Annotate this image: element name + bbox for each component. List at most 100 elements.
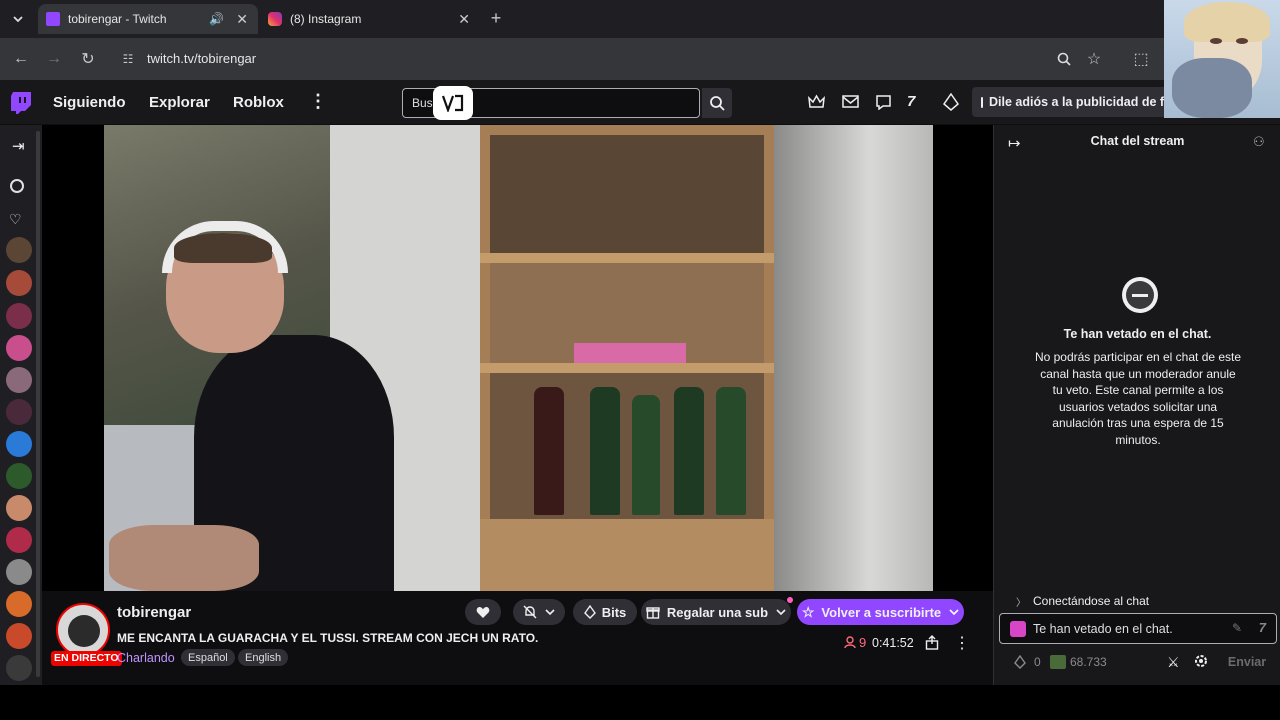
channel-avatar[interactable] <box>6 431 32 457</box>
mail-icon[interactable] <box>842 94 859 109</box>
crown-icon[interactable] <box>808 94 825 109</box>
channel-avatar[interactable] <box>6 527 32 553</box>
notifications-button[interactable] <box>513 599 565 625</box>
channel-name[interactable]: tobirengar <box>117 604 191 621</box>
chat-users-icon[interactable]: ⚇ <box>1253 134 1265 150</box>
twitch-logo-icon[interactable] <box>10 91 32 115</box>
tab-search-chevron-icon[interactable] <box>7 8 29 30</box>
seven-tv-icon[interactable]: 7 <box>907 93 915 110</box>
recommended-icon[interactable] <box>10 179 24 193</box>
emote-icon[interactable]: ✎ <box>1232 621 1242 635</box>
chat-bubble-icon[interactable] <box>875 94 892 110</box>
bits-count: 0 <box>1034 655 1041 669</box>
followed-channels-sidebar: ⇥ ♡ <box>0 125 42 685</box>
share-icon[interactable] <box>925 635 939 650</box>
tab-title: (8) Instagram <box>290 12 362 26</box>
channel-avatar[interactable] <box>6 367 32 393</box>
search-icon <box>710 96 725 111</box>
resub-label: Volver a suscribirte <box>821 604 942 620</box>
video-frame <box>104 125 933 591</box>
forward-arrow-icon[interactable]: → <box>43 48 65 70</box>
send-button[interactable]: Enviar <box>1221 649 1273 675</box>
channel-avatar[interactable] <box>6 655 32 681</box>
site-info-icon[interactable]: ☷ <box>117 48 139 70</box>
gift-icon <box>646 607 660 619</box>
channel-points[interactable]: 68.733 <box>1050 655 1107 669</box>
settings-icon[interactable] <box>1193 653 1209 669</box>
close-tab-icon[interactable]: ✕ <box>458 11 470 28</box>
tab-twitch[interactable]: tobirengar - Twitch 🔊 ✕ <box>38 4 258 34</box>
browser-address-bar: ← → ↻ ☷ twitch.tv/tobirengar ☆ ⬚ <box>0 38 1280 80</box>
zoom-search-icon[interactable] <box>1053 48 1075 70</box>
instagram-favicon-icon <box>268 12 282 26</box>
search-input[interactable]: Bus <box>402 86 700 120</box>
close-tab-icon[interactable]: ✕ <box>236 11 248 28</box>
chevron-down-icon <box>776 609 786 616</box>
channel-avatar[interactable] <box>6 270 32 296</box>
send-label: Enviar <box>1227 655 1267 669</box>
back-arrow-icon[interactable]: ← <box>10 48 32 70</box>
nav-explore[interactable]: Explorar <box>149 94 210 111</box>
nav-following[interactable]: Siguiendo <box>53 94 126 111</box>
video-player[interactable] <box>42 125 993 591</box>
bookmark-star-icon[interactable]: ☆ <box>1083 48 1105 70</box>
bits-icon[interactable] <box>943 93 959 111</box>
chat-input[interactable]: Te han vetado en el chat. ✎ 7 <box>999 613 1277 644</box>
resubscribe-button[interactable]: ☆ Volver a suscribirte <box>797 599 964 625</box>
viewer-icon <box>844 636 856 649</box>
gift-sub-label: Regalar una sub <box>666 604 769 620</box>
search-value: Bus <box>412 96 433 110</box>
follow-heart-button[interactable] <box>465 599 501 625</box>
tv-icon <box>981 96 983 108</box>
followed-heart-icon[interactable]: ♡ <box>9 211 22 228</box>
connecting-status: 〉 Conectándose al chat <box>1000 591 1276 611</box>
stream-category-link[interactable]: Charlando <box>117 651 175 665</box>
tab-instagram[interactable]: (8) Instagram ✕ <box>260 4 480 34</box>
channel-avatar[interactable] <box>6 463 32 489</box>
banned-title: Te han vetado en el chat. <box>1063 327 1212 341</box>
tab-title: tobirengar - Twitch <box>68 12 167 26</box>
sub-badge-icon <box>1010 620 1026 637</box>
channel-avatar-large[interactable] <box>56 603 110 657</box>
nav-roblox[interactable]: Roblox <box>233 94 284 111</box>
extensions-icon[interactable]: ⬚ <box>1130 48 1152 70</box>
browser-tab-strip: tobirengar - Twitch 🔊 ✕ (8) Instagram ✕ … <box>0 0 1280 38</box>
chat-input-placeholder: Te han vetado en el chat. <box>1033 621 1173 636</box>
channel-avatar[interactable] <box>6 335 32 361</box>
tag-espanol[interactable]: Español <box>181 649 235 666</box>
points-value: 68.733 <box>1070 655 1107 669</box>
ad-free-button[interactable]: Dile adiós a la publicidad de for <box>972 87 1164 117</box>
reload-icon[interactable]: ↻ <box>77 48 99 70</box>
banned-icon <box>1122 277 1158 313</box>
bits-balance[interactable]: 0 <box>1014 655 1041 669</box>
ad-free-text: Dile adiós a la publicidad de for <box>989 95 1164 109</box>
chevron-right-icon: 〉 <box>1016 597 1026 609</box>
channel-avatar[interactable] <box>6 591 32 617</box>
channel-avatar[interactable] <box>6 623 32 649</box>
channel-avatar[interactable] <box>6 495 32 521</box>
channel-avatar[interactable] <box>6 399 32 425</box>
more-options-icon[interactable]: ⋮ <box>954 633 970 653</box>
channel-avatar[interactable] <box>6 559 32 585</box>
channel-avatar[interactable] <box>6 237 32 263</box>
new-tab-icon[interactable]: + <box>485 7 507 29</box>
extension-badge-icon[interactable] <box>433 86 473 120</box>
more-dots-icon[interactable]: ⋮ <box>309 91 327 112</box>
twitch-favicon-icon <box>46 12 60 26</box>
bits-icon <box>1014 655 1026 669</box>
channel-avatar[interactable] <box>6 303 32 329</box>
expand-sidebar-icon[interactable]: ⇥ <box>12 137 25 155</box>
chevron-down-icon <box>949 609 959 616</box>
star-icon: ☆ <box>801 603 815 620</box>
url-text[interactable]: twitch.tv/tobirengar <box>147 51 256 66</box>
webcam-overlay <box>1164 0 1280 118</box>
gift-sub-button[interactable]: Regalar una sub <box>641 599 791 625</box>
stream-title: ME ENCANTA LA GUARACHA Y EL TUSSI. STREA… <box>117 631 539 645</box>
tag-english[interactable]: English <box>238 649 289 666</box>
search-button[interactable] <box>702 88 732 118</box>
mod-sword-icon[interactable]: ⚔ <box>1167 654 1180 671</box>
sidebar-scrollbar[interactable] <box>36 131 40 677</box>
seven-tv-emote-icon[interactable]: 7 <box>1259 620 1266 635</box>
bits-button[interactable]: Bits <box>573 599 637 625</box>
speaker-icon[interactable]: 🔊 <box>209 12 224 26</box>
